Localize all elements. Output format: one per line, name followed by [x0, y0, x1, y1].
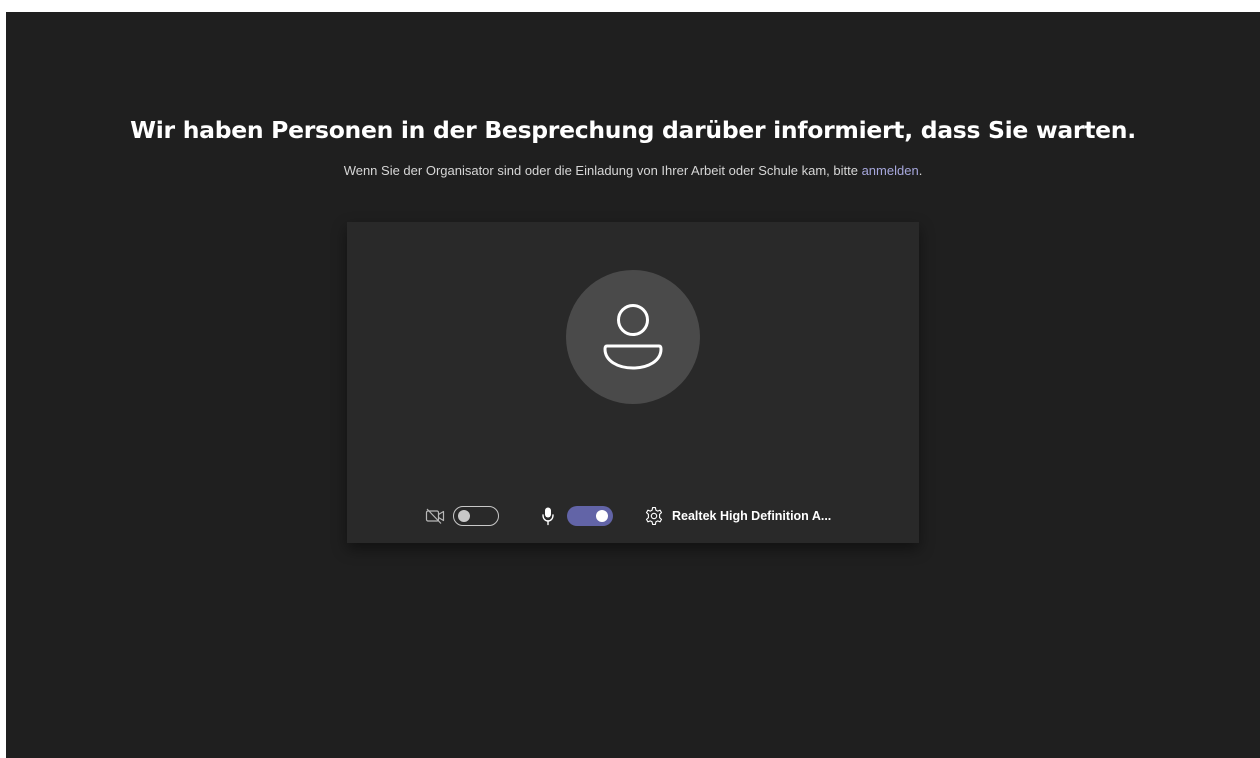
microphone-toggle-knob	[596, 510, 608, 522]
signin-hint-end: .	[918, 163, 923, 178]
microphone-icon	[542, 507, 554, 526]
audio-device-label: Realtek High Definition A...	[672, 509, 832, 523]
person-icon	[603, 304, 663, 370]
avatar	[566, 270, 700, 404]
gear-icon	[645, 507, 663, 525]
video-preview: Realtek High Definition A...	[347, 222, 919, 543]
page-title: Wir haben Personen in der Besprechung da…	[130, 116, 1136, 144]
device-controls: Realtek High Definition A...	[347, 502, 919, 530]
microphone-toggle[interactable]	[567, 506, 613, 526]
device-settings-button[interactable]: Realtek High Definition A...	[644, 502, 831, 530]
camera-toggle-knob	[458, 510, 470, 522]
camera-toggle[interactable]	[453, 506, 499, 526]
camera-control	[425, 502, 499, 530]
signin-link[interactable]: anmelden	[862, 163, 919, 178]
signin-hint: Wenn Sie der Organisator sind oder die E…	[6, 163, 1260, 178]
meeting-lobby: Wir haben Personen in der Besprechung da…	[6, 12, 1260, 758]
camera-off-icon	[425, 508, 445, 524]
microphone-control	[541, 502, 613, 530]
signin-hint-text: Wenn Sie der Organisator sind oder die E…	[343, 163, 862, 178]
